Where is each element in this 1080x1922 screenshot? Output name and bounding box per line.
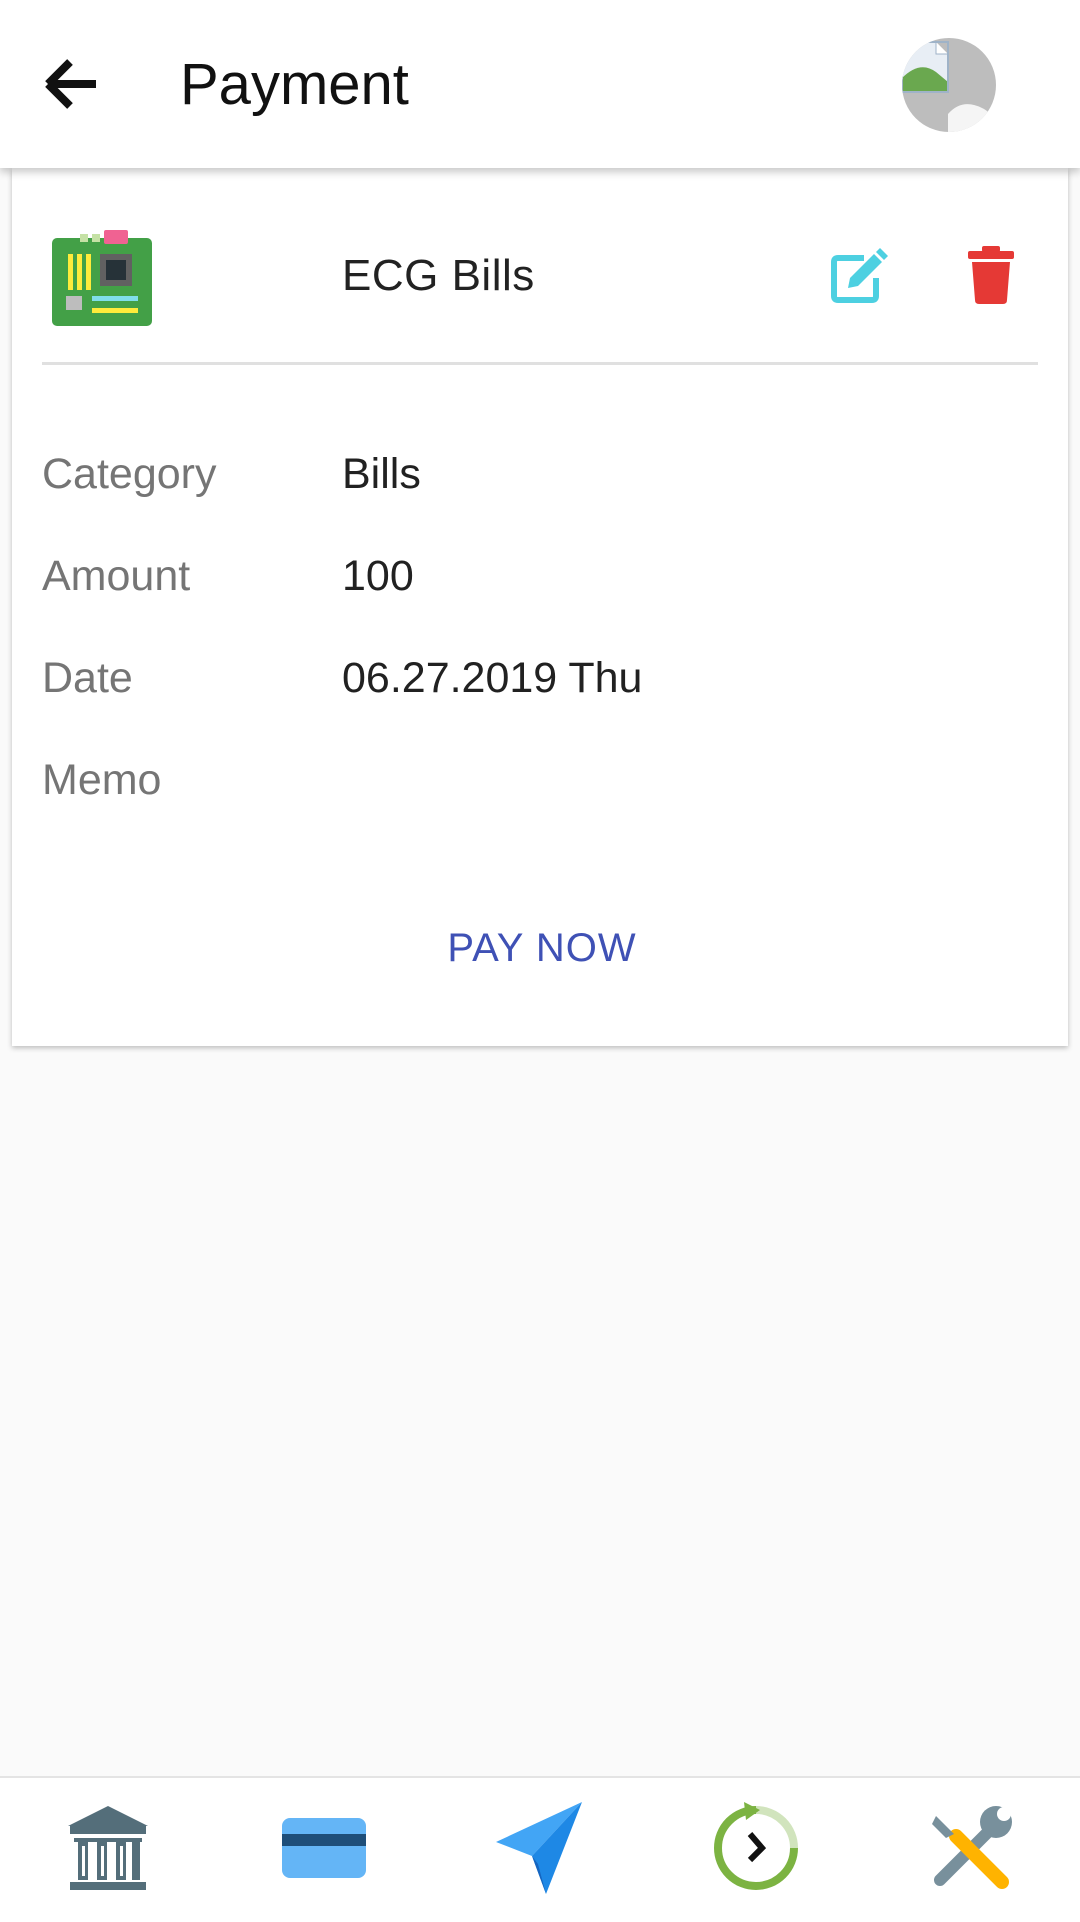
detail-value: 06.27.2019 Thu (342, 654, 643, 702)
detail-row-memo: Memo (42, 750, 1042, 810)
detail-label: Amount (42, 552, 191, 600)
detail-value: Bills (342, 450, 421, 498)
nav-send[interactable] (490, 1798, 590, 1898)
bank-icon (68, 1806, 148, 1890)
pay-now-button[interactable]: PAY NOW (352, 908, 732, 988)
motherboard-icon (50, 230, 154, 330)
delete-button[interactable] (966, 246, 1016, 304)
back-button[interactable] (36, 52, 108, 116)
edit-icon (831, 248, 888, 303)
app-bar: Payment (0, 0, 1080, 168)
detail-label: Category (42, 450, 217, 498)
credit-card-icon (282, 1818, 366, 1878)
detail-label: Date (42, 654, 133, 702)
broken-image-icon (902, 41, 996, 132)
divider (42, 362, 1038, 365)
tools-icon (932, 1806, 1012, 1889)
nav-settings[interactable] (922, 1798, 1022, 1898)
page-title: Payment (180, 52, 409, 117)
arrow-back-icon (45, 59, 96, 109)
history-clock-icon (714, 1802, 798, 1890)
detail-row-category: Category Bills (42, 444, 1042, 504)
detail-label: Memo (42, 756, 162, 804)
detail-value: 100 (342, 552, 414, 600)
payment-card: ECG Bills Category Bills Amount 100 Date… (12, 168, 1068, 1046)
bottom-nav (0, 1776, 1080, 1922)
paper-plane-icon (496, 1802, 582, 1894)
detail-row-date: Date 06.27.2019 Thu (42, 648, 1042, 708)
trash-icon (968, 246, 1014, 304)
bill-name: ECG Bills (342, 251, 535, 300)
avatar[interactable] (902, 38, 996, 132)
edit-button[interactable] (830, 248, 888, 304)
nav-history[interactable] (706, 1798, 806, 1898)
nav-cards[interactable] (274, 1798, 374, 1898)
nav-bank[interactable] (58, 1798, 158, 1898)
detail-row-amount: Amount 100 (42, 546, 1042, 606)
